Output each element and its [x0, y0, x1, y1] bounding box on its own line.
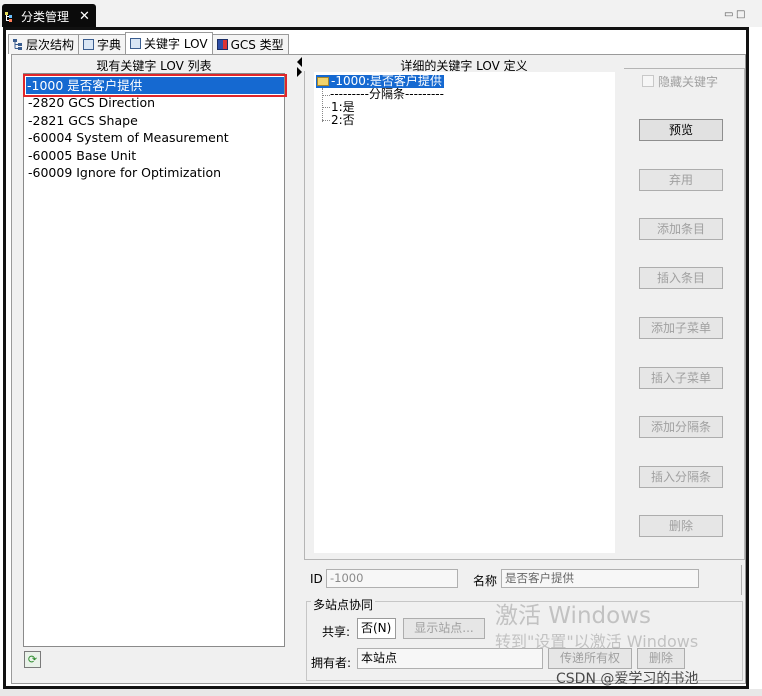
list-item[interactable]: -2820 GCS Direction — [27, 94, 285, 111]
tab-gcs-type[interactable]: GCS 类型 — [211, 34, 289, 54]
csdn-credit: CSDN @爱学习的书池 — [556, 671, 699, 687]
collapse-left-icon[interactable] — [297, 57, 302, 67]
close-icon[interactable]: ✕ — [79, 9, 90, 24]
insert-separator-button[interactable]: 插入分隔条 — [639, 466, 723, 488]
splitter-arrows[interactable] — [297, 57, 303, 77]
hierarchy-icon — [13, 39, 23, 50]
lov-list[interactable]: -1000 是否客户提供 -2820 GCS Direction -2821 G… — [23, 73, 287, 647]
refresh-icon: ⟳ — [27, 653, 38, 666]
status-bar — [0, 689, 762, 696]
list-item[interactable]: -1000 是否客户提供 — [23, 74, 287, 97]
list-item[interactable]: -60005 Base Unit — [27, 147, 285, 164]
tree-connector — [322, 88, 323, 122]
tab-keyword-lov[interactable]: 关键字 LOV — [125, 32, 213, 54]
lov-list-title: 现有关键字 LOV 列表 — [96, 59, 212, 73]
dictionary-icon — [83, 39, 95, 50]
insert-item-button[interactable]: 插入条目 — [639, 267, 723, 289]
maximize-icon[interactable]: □ — [736, 9, 745, 20]
add-submenu-button[interactable]: 添加子菜单 — [639, 317, 723, 339]
add-separator-button[interactable]: 添加分隔条 — [639, 416, 723, 438]
id-label: ID — [310, 572, 323, 586]
view-tab-classification[interactable]: 分类管理 ✕ — [2, 4, 96, 27]
sub-tab-bar: 层次结构 字典 关键字 LOV GCS 类型 — [8, 32, 289, 54]
add-item-button[interactable]: 添加条目 — [639, 218, 723, 240]
hide-keyword-label: 隐藏关键字 — [658, 74, 719, 89]
tree-item-node[interactable]: 2:否 — [331, 114, 355, 127]
name-field[interactable]: 是否客户提供 — [501, 569, 699, 588]
tree-connector — [322, 95, 330, 96]
delete-button[interactable]: 删除 — [639, 515, 723, 537]
show-sites-button[interactable]: 显示站点... — [403, 618, 485, 639]
tab-keyword-lov-label: 关键字 LOV — [144, 37, 208, 51]
preview-button[interactable]: 预览 — [639, 119, 723, 141]
folder-icon — [317, 77, 329, 86]
tree-connector — [322, 120, 330, 121]
expand-right-icon[interactable] — [297, 67, 302, 77]
window-controls: ▭ □ — [724, 9, 748, 21]
share-label: 共享: — [322, 625, 351, 639]
keyword-lov-icon — [130, 38, 142, 49]
checkbox-box[interactable] — [642, 75, 654, 87]
tab-gcs-type-label: GCS 类型 — [230, 38, 284, 52]
deprecate-button[interactable]: 弃用 — [639, 169, 723, 191]
multi-site-title: 多站点协同 — [311, 596, 376, 613]
minimize-icon[interactable]: ▭ — [724, 9, 733, 20]
tab-hierarchy[interactable]: 层次结构 — [8, 34, 80, 54]
insert-submenu-button[interactable]: 插入子菜单 — [639, 367, 723, 389]
tree-connector — [322, 107, 330, 108]
share-select[interactable]: 否(N) — [357, 618, 396, 639]
activation-watermark-hint: 转到"设置"以激活 Windows — [495, 632, 699, 651]
activation-watermark-title: 激活 Windows — [495, 603, 651, 629]
view-tab-title: 分类管理 — [21, 10, 70, 24]
list-item[interactable]: -60009 Ignore for Optimization — [27, 164, 285, 181]
list-item[interactable]: -60004 System of Measurement — [27, 129, 285, 146]
lov-tree[interactable] — [314, 72, 615, 553]
owner-label: 拥有者: — [311, 656, 352, 670]
name-label: 名称 — [473, 574, 498, 588]
lov-definition-title: 详细的关键字 LOV 定义 — [304, 57, 624, 73]
tab-dictionary[interactable]: 字典 — [78, 34, 127, 54]
gcs-type-icon — [216, 39, 228, 50]
list-item[interactable]: -2821 GCS Shape — [27, 112, 285, 129]
classification-icon — [5, 11, 17, 23]
id-field[interactable]: -1000 — [326, 569, 458, 588]
refresh-button[interactable]: ⟳ — [24, 651, 41, 668]
divider — [741, 565, 744, 595]
tab-hierarchy-label: 层次结构 — [26, 38, 75, 52]
editor-tab-bar — [0, 0, 762, 27]
tab-dictionary-label: 字典 — [97, 38, 122, 52]
hide-keyword-checkbox[interactable]: 隐藏关键字 — [642, 73, 732, 89]
